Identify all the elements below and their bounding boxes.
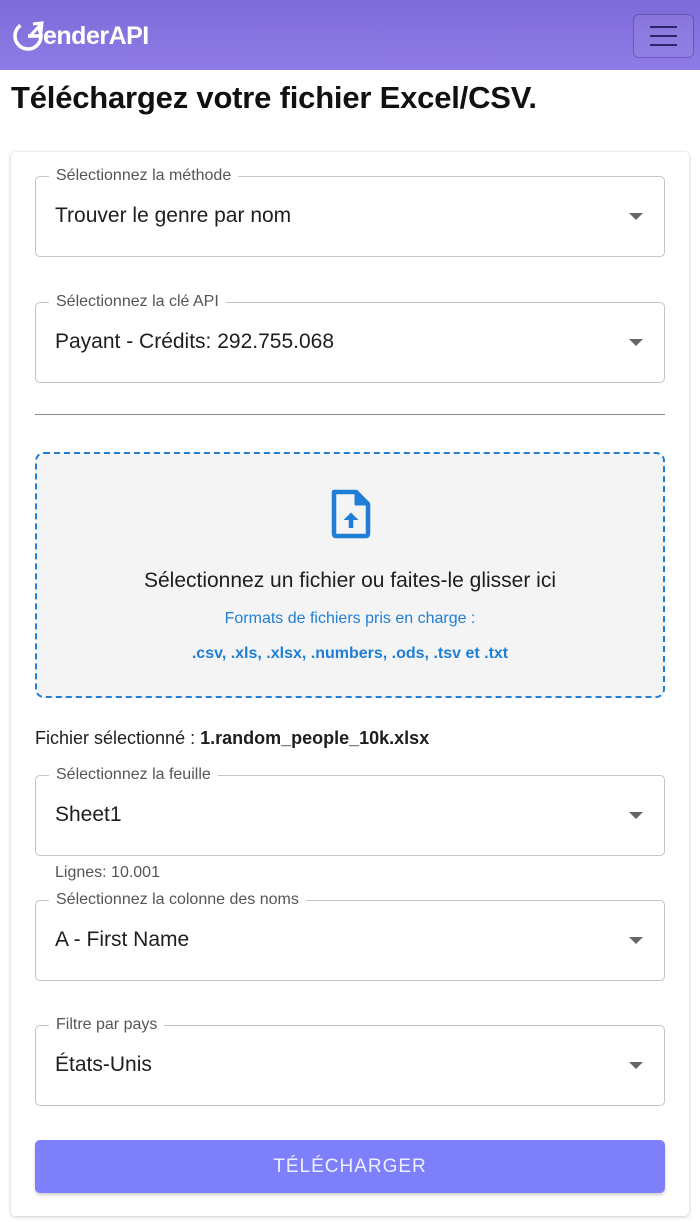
brand-logo[interactable]: enderAPI bbox=[12, 18, 149, 54]
supported-formats-label: Formats de fichiers pris en charge : bbox=[224, 610, 476, 627]
selected-file-info: Fichier sélectionné : 1.random_people_10… bbox=[35, 728, 429, 749]
api-key-select-label: Sélectionnez la clé API bbox=[49, 293, 226, 311]
dropzone-instruction: Sélectionnez un fichier ou faites-le gli… bbox=[143, 569, 557, 592]
supported-formats-list: .csv, .xls, .xlsx, .numbers, .ods, .tsv … bbox=[191, 645, 509, 662]
dropdown-arrow-icon bbox=[629, 1062, 643, 1069]
country-filter-select-value: États-Unis bbox=[55, 1053, 152, 1076]
navbar: enderAPI bbox=[0, 0, 700, 70]
selected-file-label: Fichier sélectionné : bbox=[35, 728, 196, 748]
sheet-select-value: Sheet1 bbox=[55, 803, 122, 826]
method-select-label: Sélectionnez la méthode bbox=[49, 167, 239, 185]
genderapi-logo-icon bbox=[13, 21, 44, 51]
page-title: Téléchargez votre fichier Excel/CSV. bbox=[11, 80, 537, 115]
row-count-helper: Lignes: 10.001 bbox=[55, 864, 160, 881]
dropdown-arrow-icon bbox=[629, 812, 643, 819]
country-filter-select[interactable]: Filtre par pays États-Unis bbox=[35, 1016, 665, 1106]
sheet-select[interactable]: Sélectionnez la feuille Sheet1 bbox=[35, 766, 665, 856]
dropdown-arrow-icon bbox=[629, 937, 643, 944]
divider bbox=[35, 414, 665, 415]
hamburger-menu-icon bbox=[650, 23, 677, 50]
menu-toggle-button[interactable] bbox=[633, 14, 694, 58]
country-filter-select-label: Filtre par pays bbox=[49, 1016, 165, 1034]
sheet-select-label: Sélectionnez la feuille bbox=[49, 766, 218, 784]
name-column-select-value: A - First Name bbox=[55, 928, 190, 951]
api-key-select-value: Payant - Crédits: 292.755.068 bbox=[55, 330, 335, 353]
dropdown-arrow-icon bbox=[629, 213, 643, 220]
upload-submit-button[interactable]: TÉLÉCHARGER bbox=[35, 1140, 665, 1193]
dropdown-arrow-icon bbox=[629, 339, 643, 346]
file-dropzone[interactable]: Sélectionnez un fichier ou faites-le gli… bbox=[35, 452, 665, 698]
selected-file-name: 1.random_people_10k.xlsx bbox=[200, 728, 430, 748]
brand-name: enderAPI bbox=[43, 21, 149, 50]
method-select-value: Trouver le genre par nom bbox=[55, 204, 292, 227]
name-column-select-label: Sélectionnez la colonne des noms bbox=[49, 891, 306, 909]
api-key-select[interactable]: Sélectionnez la clé API Payant - Crédits… bbox=[35, 293, 665, 383]
file-upload-icon bbox=[331, 489, 371, 539]
name-column-select[interactable]: Sélectionnez la colonne des noms A - Fir… bbox=[35, 891, 665, 981]
method-select[interactable]: Sélectionnez la méthode Trouver le genre… bbox=[35, 167, 665, 257]
